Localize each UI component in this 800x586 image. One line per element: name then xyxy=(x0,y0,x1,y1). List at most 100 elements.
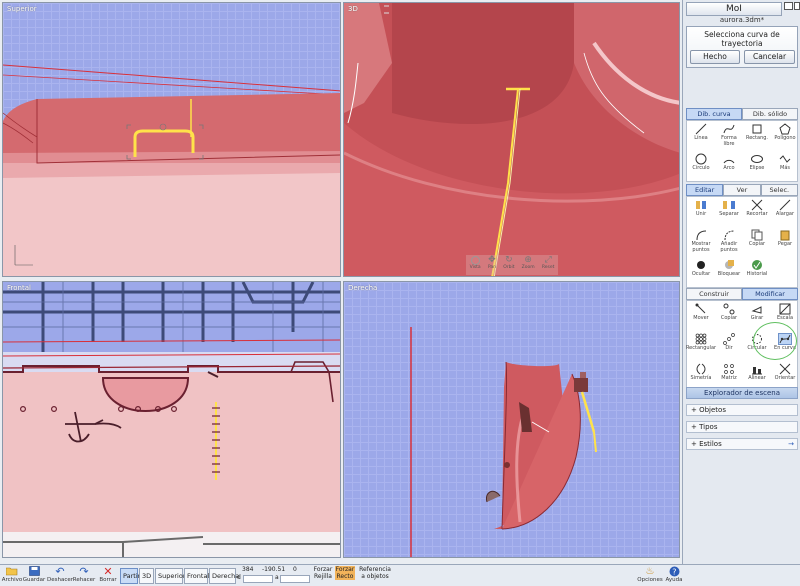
trim-icon xyxy=(750,199,764,211)
tool-ellipse[interactable]: Elipse xyxy=(743,151,771,181)
tool-lock[interactable]: Bloquear xyxy=(715,257,743,287)
redo-icon: ↷ xyxy=(79,564,89,578)
tool-array-rectangular[interactable]: Rectangular xyxy=(686,331,716,361)
matrix-icon xyxy=(722,363,736,375)
view-nav-button[interactable]: Vista xyxy=(470,255,481,275)
zoom-icon: ⊕ xyxy=(524,255,532,265)
edit-tool-grid: Unir Separar Recortar Alargar Mostrar pu… xyxy=(686,196,798,288)
tool-rectangle[interactable]: Rectang. xyxy=(743,121,771,151)
tool-more[interactable]: Más xyxy=(771,151,799,181)
tool-empty xyxy=(771,257,799,287)
tool-separate[interactable]: Separar xyxy=(715,197,743,227)
tab-select[interactable]: Selec. xyxy=(760,184,798,196)
view-front-button[interactable]: Frontal xyxy=(184,568,209,584)
view-right-button[interactable]: Derecha xyxy=(209,568,239,584)
maximize-button[interactable] xyxy=(794,2,800,10)
tab-draw-solid[interactable]: Dib. sólido xyxy=(742,108,798,120)
tool-hide[interactable]: Ocultar xyxy=(687,257,715,287)
coord-z-value: 0 xyxy=(293,566,297,573)
save-button[interactable]: Guardar xyxy=(22,565,46,583)
viewport-title[interactable]: 3D xyxy=(348,5,358,13)
minimize-button[interactable] xyxy=(784,2,793,10)
angle-input[interactable] xyxy=(280,575,310,583)
tool-freeform[interactable]: Forma libre xyxy=(715,121,743,151)
viewport-top[interactable]: Superior xyxy=(2,2,341,277)
arrow-right-icon[interactable]: → xyxy=(788,439,794,449)
undo-button[interactable]: ↶ Deshacer xyxy=(47,564,73,584)
help-button[interactable]: ? Ayuda xyxy=(664,565,684,583)
delete-button[interactable]: ✕ Borrar xyxy=(98,564,118,584)
scale-icon xyxy=(778,303,792,315)
tool-circle[interactable]: Círculo xyxy=(687,151,715,181)
undo-icon: ↶ xyxy=(55,564,65,578)
build-tabs: Construir Modificar xyxy=(686,288,798,300)
tool-copy[interactable]: Copiar xyxy=(743,227,771,257)
tool-add-points[interactable]: Añadir puntos xyxy=(715,227,743,257)
view-top-button[interactable]: Superior xyxy=(155,568,186,584)
svg-text:?: ? xyxy=(672,567,676,576)
join-icon xyxy=(694,199,708,211)
view-nav-button[interactable]: ⊕ Zoom xyxy=(522,255,535,275)
file-button[interactable]: Archivo xyxy=(2,565,22,583)
tool-polygon[interactable]: Polígono xyxy=(771,121,799,151)
viewport-right[interactable]: Derecha xyxy=(343,281,680,558)
view-3d-button[interactable]: 3D xyxy=(139,568,154,584)
viewport-title[interactable]: Superior xyxy=(7,5,37,13)
polygon-icon xyxy=(778,123,792,135)
view-nav-button[interactable]: ✥ Pan xyxy=(488,255,496,275)
viewport-front[interactable]: Frontal xyxy=(2,281,341,558)
tool-join[interactable]: Unir xyxy=(687,197,715,227)
snap-straight-toggle[interactable]: Forzar Recto xyxy=(335,566,355,580)
view-split-button[interactable]: Partir xyxy=(120,568,140,584)
tool-line[interactable]: Línea xyxy=(687,121,715,151)
top-view-drawing xyxy=(3,64,340,276)
scene-explorer-header[interactable]: Explorador de escena xyxy=(686,387,798,399)
distance-input[interactable] xyxy=(243,575,273,583)
viewport-title[interactable]: Derecha xyxy=(348,284,377,292)
tool-arc[interactable]: Arco xyxy=(715,151,743,181)
circle-icon xyxy=(694,153,708,165)
viewport-3d[interactable]: 3D Vista ✥ Pan ↻ Orbit ⊕ Zoom ⤢ Reset xyxy=(343,2,680,277)
file-name: aurora.3dm* xyxy=(719,16,765,24)
tool-paste[interactable]: Pegar xyxy=(771,227,799,257)
bottom-toolbar: Archivo Guardar ↶ Deshacer ↷ Rehacer ✕ Borr… xyxy=(0,564,800,586)
show-points-icon xyxy=(694,229,708,241)
tool-copy-object[interactable]: Copiar xyxy=(715,301,743,331)
snap-grid-toggle[interactable]: Forzar Rejilla xyxy=(312,566,334,580)
app-title: MoI xyxy=(686,2,782,16)
viewport-title[interactable]: Frontal xyxy=(7,284,31,292)
tool-trim[interactable]: Recortar xyxy=(743,197,771,227)
highlight-circle xyxy=(753,322,797,360)
ellipse-icon xyxy=(750,153,764,165)
tab-draw-curve[interactable]: Dib. curva xyxy=(686,108,742,120)
tool-history[interactable]: Historial xyxy=(743,257,771,287)
tool-show-points[interactable]: Mostrar puntos xyxy=(687,227,715,257)
delete-icon: ✕ xyxy=(103,564,113,578)
object-snap-toggle[interactable]: Referencia a objetos xyxy=(357,566,393,580)
tab-build[interactable]: Construir xyxy=(686,288,742,300)
redo-button[interactable]: ↷ Rehacer xyxy=(72,564,96,584)
done-button[interactable]: Hecho xyxy=(690,50,740,64)
tab-edit[interactable]: Editar xyxy=(686,184,724,196)
explorer-item-objects[interactable]: + Objetos xyxy=(686,404,798,416)
tool-extend[interactable]: Alargar xyxy=(771,197,799,227)
explorer-item-types[interactable]: + Tipos xyxy=(686,421,798,433)
line-icon xyxy=(694,123,708,135)
tool-array-dir[interactable]: Dir xyxy=(715,331,743,361)
explorer-item-styles[interactable]: + Estilos → xyxy=(686,438,798,450)
save-icon xyxy=(28,565,40,577)
view-nav-button[interactable]: ↻ Orbit xyxy=(503,255,514,275)
copy-icon xyxy=(750,229,764,241)
view-nav-button[interactable]: ⤢ Reset xyxy=(542,255,555,275)
rect-array-icon xyxy=(694,333,708,345)
cancel-button[interactable]: Cancelar xyxy=(744,50,795,64)
options-button[interactable]: ♨ Opciones xyxy=(636,565,664,584)
coord-distance-label: d xyxy=(237,574,241,581)
coord-y-value: -190.51 xyxy=(262,566,286,573)
view-nav-toolbar: Vista ✥ Pan ↻ Orbit ⊕ Zoom ⤢ Reset xyxy=(466,255,558,275)
edit-tabs: Editar Ver Selec. xyxy=(686,184,798,196)
tab-modify[interactable]: Modificar xyxy=(742,288,798,300)
tab-view[interactable]: Ver xyxy=(723,184,761,196)
tool-move[interactable]: Mover xyxy=(687,301,715,331)
hide-icon xyxy=(694,259,708,271)
